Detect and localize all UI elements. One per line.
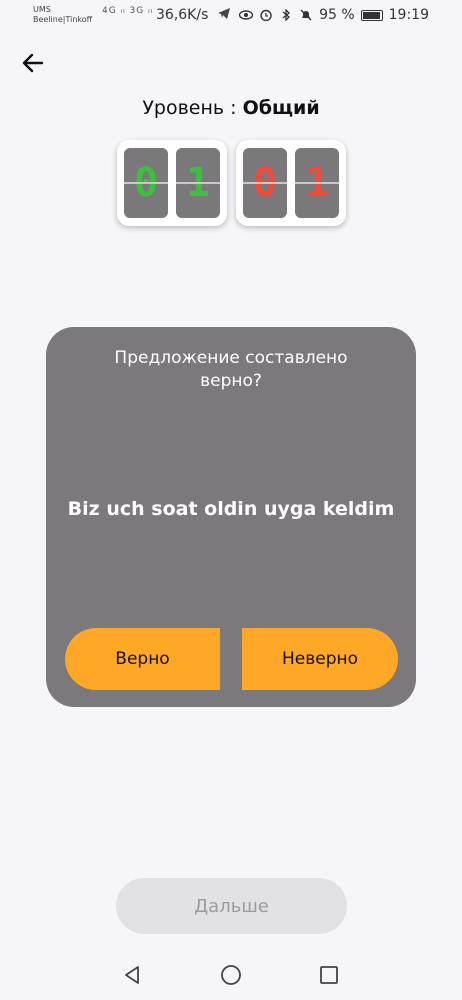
carrier-info: UMS Beeline|Tinkoff [33, 5, 92, 25]
alarm-icon [260, 9, 272, 21]
wrong-digit-ones: 1 [295, 148, 339, 218]
bluetooth-icon [282, 9, 291, 21]
sentence-text: Biz uch soat oldin uyga keldim [67, 498, 395, 520]
signal-icon: 4G ᵢₗ 3G ᵢₗ [102, 6, 154, 16]
carrier-secondary: Beeline|Tinkoff [33, 15, 93, 24]
question-text: Предложение составлено верно? [114, 348, 348, 391]
status-right: 95 % 19:19 [239, 7, 429, 23]
wrong-score: 0 1 [236, 140, 346, 226]
circle-home-icon[interactable] [220, 964, 242, 986]
square-recent-icon[interactable] [318, 964, 340, 986]
status-bar: UMS Beeline|Tinkoff 4G ᵢₗ 3G ᵢₗ 36,6K/s [0, 0, 462, 30]
correct-score: 0 1 [117, 140, 227, 226]
question-card: Предложение составлено верно? Biz uch so… [46, 327, 416, 707]
correct-digit-ones: 1 [176, 148, 220, 218]
correct-digit-tens: 0 [124, 148, 168, 218]
network-speed: 36,6K/s [156, 7, 209, 23]
carrier-primary: UMS [33, 5, 51, 14]
triangle-back-icon[interactable] [121, 964, 143, 986]
correct-button[interactable]: Верно [65, 628, 220, 690]
telegram-icon [218, 8, 230, 19]
clock: 19:19 [388, 7, 429, 23]
mute-icon [300, 9, 312, 21]
level-label: Уровень : [142, 97, 243, 119]
incorrect-button[interactable]: Неверно [242, 628, 398, 690]
wrong-digit-tens: 0 [243, 148, 287, 218]
battery-icon [360, 9, 383, 21]
arrow-left-icon[interactable] [20, 50, 46, 76]
level-value: Общий [242, 97, 320, 119]
eye-icon [239, 10, 254, 20]
screen: UMS Beeline|Tinkoff 4G ᵢₗ 3G ᵢₗ 36,6K/s [0, 0, 462, 1000]
battery-level: 95 % [319, 7, 355, 23]
system-nav-bar [0, 950, 462, 1000]
level-title: Уровень : Общий [0, 97, 462, 119]
next-button[interactable]: Дальше [116, 878, 347, 934]
